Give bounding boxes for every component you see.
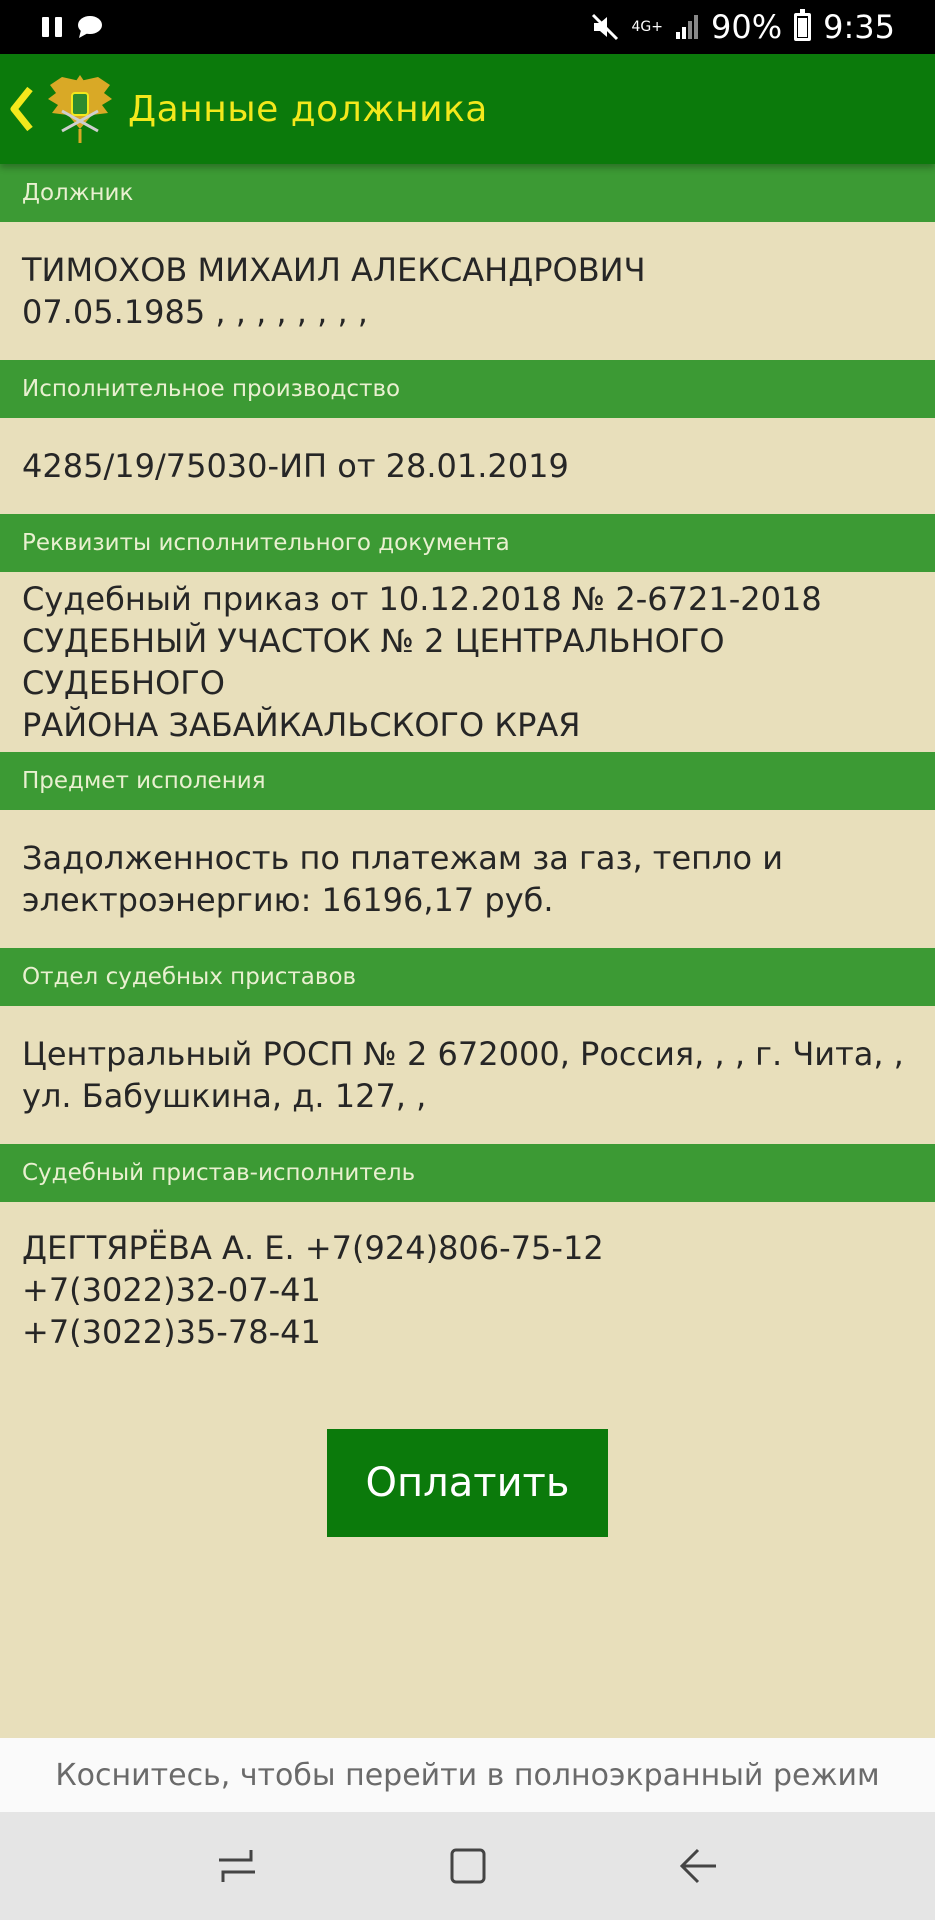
section-body-bailiff: ДЕГТЯРЁВА А. Е. +7(924)806-75-12 +7(3022… bbox=[0, 1202, 935, 1378]
battery-icon bbox=[794, 9, 812, 41]
debtor-details: Должник ТИМОХОВ МИХАИЛ АЛЕКСАНДРОВИЧ 07.… bbox=[0, 164, 935, 1378]
network-type: 4G+ bbox=[631, 19, 664, 35]
section-body-bailiff-department: Центральный РОСП № 2 672000, Россия, , ,… bbox=[0, 1006, 935, 1144]
chat-icon bbox=[76, 14, 104, 40]
department-line-1: Центральный РОСП № 2 672000, Россия, , ,… bbox=[22, 1035, 904, 1073]
battery-percent: 90% bbox=[711, 8, 783, 46]
system-nav-bar bbox=[0, 1812, 935, 1920]
bailiff-line-3: +7(3022)35-78-41 bbox=[22, 1313, 321, 1351]
section-header-bailiff-department: Отдел судебных приставов bbox=[0, 948, 935, 1006]
section-header-debtor: Должник bbox=[0, 164, 935, 222]
section-body-proceeding: 4285/19/75030-ИП от 28.01.2019 bbox=[0, 418, 935, 514]
section-header-bailiff: Судебный пристав-исполнитель bbox=[0, 1144, 935, 1202]
page-title: Данные должника bbox=[128, 88, 488, 130]
debtor-birthdate: 07.05.1985 , , , , , , , , bbox=[22, 293, 368, 331]
section-header-document: Реквизиты исполнительного документа bbox=[0, 514, 935, 572]
clock: 9:35 bbox=[823, 8, 895, 46]
status-right: 4G+ 90% 9:35 bbox=[590, 8, 895, 46]
section-body-debtor: ТИМОХОВ МИХАИЛ АЛЕКСАНДРОВИЧ 07.05.1985 … bbox=[0, 222, 935, 360]
section-header-subject: Предмет исполения bbox=[0, 752, 935, 810]
subject-line-2: электроэнергию: 16196,17 руб. bbox=[22, 881, 554, 919]
section-body-subject: Задолженность по платежам за газ, тепло … bbox=[0, 810, 935, 948]
section-body-document: Судебный приказ от 10.12.2018 № 2-6721-2… bbox=[0, 572, 935, 752]
document-line-2: СУДЕБНЫЙ УЧАСТОК № 2 ЦЕНТРАЛЬНОГО СУДЕБН… bbox=[22, 622, 725, 702]
back-chevron-icon[interactable] bbox=[8, 74, 42, 144]
section-header-proceeding: Исполнительное производство bbox=[0, 360, 935, 418]
proceeding-number: 4285/19/75030-ИП от 28.01.2019 bbox=[22, 447, 569, 485]
app-bar: Данные должника bbox=[0, 54, 935, 164]
bailiff-line-1: ДЕГТЯРЁВА А. Е. +7(924)806-75-12 bbox=[22, 1229, 604, 1267]
document-line-1: Судебный приказ от 10.12.2018 № 2-6721-2… bbox=[22, 580, 822, 618]
department-line-2: ул. Бабушкина, д. 127, , bbox=[22, 1077, 427, 1115]
signal-icon bbox=[675, 14, 699, 40]
back-arrow-icon[interactable] bbox=[678, 1846, 720, 1886]
status-left bbox=[42, 14, 104, 40]
pay-button[interactable]: Оплатить bbox=[327, 1429, 608, 1537]
fssp-emblem-icon bbox=[42, 71, 118, 147]
mute-icon bbox=[590, 12, 620, 42]
pause-icon bbox=[42, 17, 62, 37]
document-line-3: РАЙОНА ЗАБАЙКАЛЬСКОГО КРАЯ bbox=[22, 706, 581, 744]
home-icon[interactable] bbox=[448, 1846, 488, 1886]
subject-line-1: Задолженность по платежам за газ, тепло … bbox=[22, 839, 784, 877]
status-bar: 4G+ 90% 9:35 bbox=[0, 0, 935, 54]
recent-apps-icon[interactable] bbox=[215, 1846, 259, 1886]
bailiff-line-2: +7(3022)32-07-41 bbox=[22, 1271, 321, 1309]
debtor-name: ТИМОХОВ МИХАИЛ АЛЕКСАНДРОВИЧ bbox=[22, 251, 646, 289]
fullscreen-hint[interactable]: Коснитесь, чтобы перейти в полноэкранный… bbox=[0, 1738, 935, 1812]
